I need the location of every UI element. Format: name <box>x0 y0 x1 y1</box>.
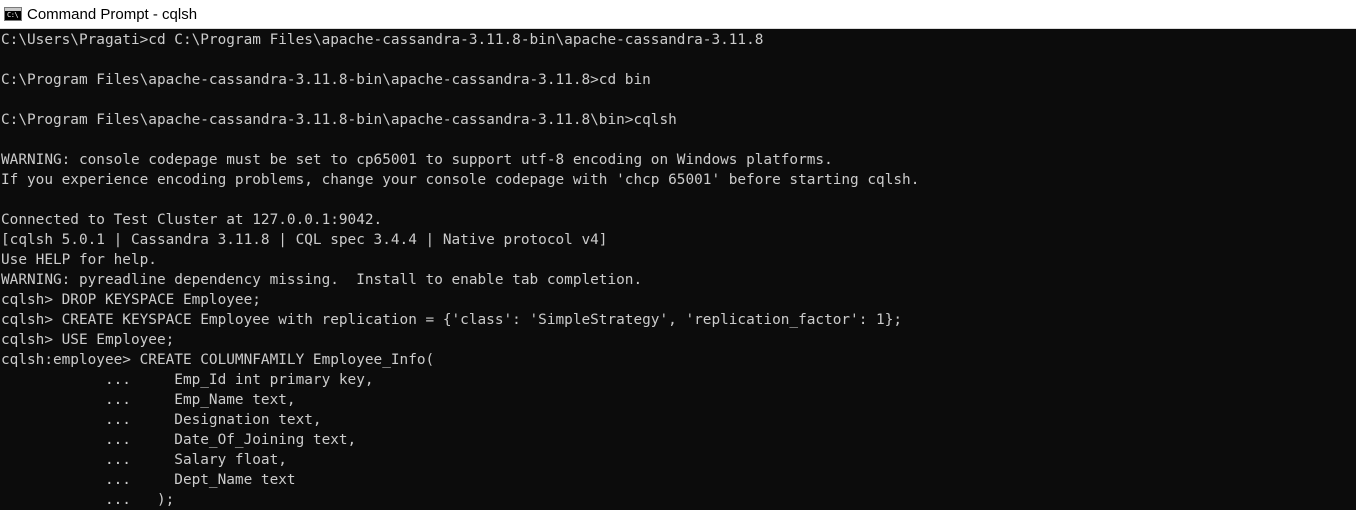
console-line: WARNING: pyreadline dependency missing. … <box>1 272 643 288</box>
console-output[interactable]: C:\Users\Pragati>cd C:\Program Files\apa… <box>0 29 1356 510</box>
console-line: ... Emp_Id int primary key, <box>1 372 374 388</box>
console-line: ... ); <box>1 492 175 508</box>
cmd-icon[interactable]: C:\ <box>4 7 22 21</box>
console-line: ... Designation text, <box>1 412 322 428</box>
cmd-icon-glyph: C:\ <box>7 11 19 19</box>
console-line: cqlsh:employee> CREATE COLUMNFAMILY Empl… <box>1 352 435 368</box>
console-line: C:\Users\Pragati>cd C:\Program Files\apa… <box>1 32 764 48</box>
console-line: [cqlsh 5.0.1 | Cassandra 3.11.8 | CQL sp… <box>1 232 608 248</box>
window-title: Command Prompt - cqlsh <box>27 5 198 23</box>
console-line: cqlsh> USE Employee; <box>1 332 175 348</box>
console-line: WARNING: console codepage must be set to… <box>1 152 833 168</box>
title-bar[interactable]: C:\ Command Prompt - cqlsh <box>0 0 1356 29</box>
console-line: If you experience encoding problems, cha… <box>1 172 920 188</box>
console-line: C:\Program Files\apache-cassandra-3.11.8… <box>1 72 651 88</box>
console-line: Connected to Test Cluster at 127.0.0.1:9… <box>1 212 383 228</box>
console-line: Use HELP for help. <box>1 252 157 268</box>
console-line: cqlsh> CREATE KEYSPACE Employee with rep… <box>1 312 903 328</box>
console-line: C:\Program Files\apache-cassandra-3.11.8… <box>1 112 677 128</box>
console-line: ... Dept_Name text <box>1 472 296 488</box>
console-line: ... Emp_Name text, <box>1 392 296 408</box>
console-line: ... Salary float, <box>1 452 287 468</box>
console-line: ... Date_Of_Joining text, <box>1 432 357 448</box>
command-prompt-window: C:\ Command Prompt - cqlsh C:\Users\Prag… <box>0 0 1356 510</box>
console-line: cqlsh> DROP KEYSPACE Employee; <box>1 292 261 308</box>
